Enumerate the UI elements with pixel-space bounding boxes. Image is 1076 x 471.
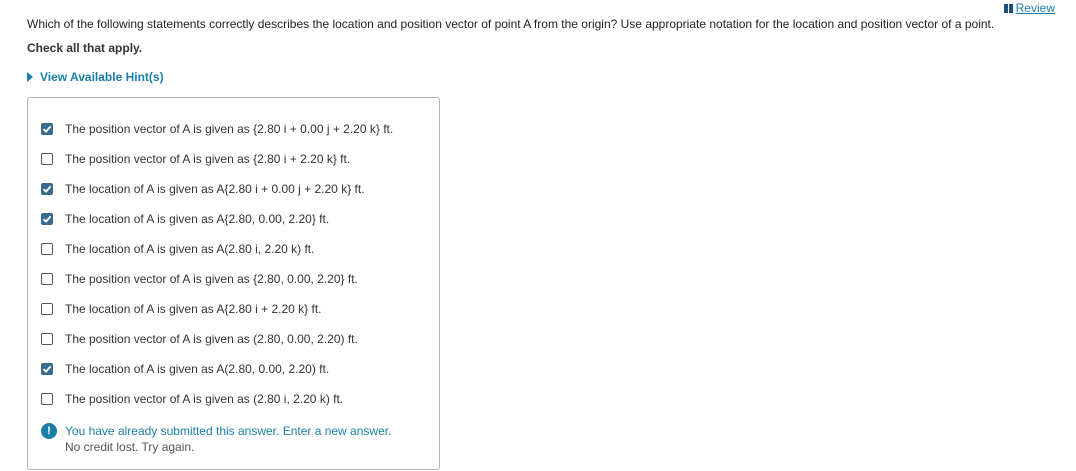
exclamation-icon: ! xyxy=(41,423,57,439)
checkbox[interactable] xyxy=(41,273,53,285)
checkbox[interactable] xyxy=(41,303,53,315)
option-label: The position vector of A is given as (2.… xyxy=(65,332,358,346)
instruction-text: Check all that apply. xyxy=(27,41,143,55)
option-label: The position vector of A is given as {2.… xyxy=(65,152,351,166)
answer-option[interactable]: The location of A is given as A(2.80, 0.… xyxy=(41,354,393,384)
feedback-sub: No credit lost. Try again. xyxy=(65,440,195,454)
answer-option[interactable]: The position vector of A is given as {2.… xyxy=(41,144,393,174)
triangle-right-icon xyxy=(27,72,33,82)
option-label: The location of A is given as A(2.80 i, … xyxy=(65,242,315,256)
answer-option[interactable]: The position vector of A is given as {2.… xyxy=(41,114,393,144)
checkbox[interactable] xyxy=(41,243,53,255)
answer-option[interactable]: The location of A is given as A{2.80, 0.… xyxy=(41,204,393,234)
answer-option[interactable]: The location of A is given as A{2.80 i +… xyxy=(41,174,393,204)
review-label: Review xyxy=(1015,1,1055,15)
option-label: The location of A is given as A{2.80, 0.… xyxy=(65,212,330,226)
answer-option[interactable]: The position vector of A is given as (2.… xyxy=(41,324,393,354)
options-list: The position vector of A is given as {2.… xyxy=(41,114,393,414)
option-label: The location of A is given as A(2.80, 0.… xyxy=(65,362,330,376)
question-text: Which of the following statements correc… xyxy=(27,17,995,31)
checkbox[interactable] xyxy=(41,333,53,345)
review-link[interactable]: Review xyxy=(1003,1,1055,15)
option-label: The position vector of A is given as {2.… xyxy=(65,272,358,286)
checkbox-checked[interactable] xyxy=(41,183,53,195)
hints-label: View Available Hint(s) xyxy=(40,70,164,84)
answer-option[interactable]: The position vector of A is given as (2.… xyxy=(41,384,393,414)
checkbox-checked[interactable] xyxy=(41,363,53,375)
option-label: The position vector of A is given as {2.… xyxy=(65,122,394,136)
answer-option[interactable]: The location of A is given as A(2.80 i, … xyxy=(41,234,393,264)
feedback-notice: ! You have already submitted this answer… xyxy=(41,423,391,455)
review-icon xyxy=(1003,3,1013,13)
option-label: The position vector of A is given as (2.… xyxy=(65,392,344,406)
answer-option[interactable]: The position vector of A is given as {2.… xyxy=(41,264,393,294)
feedback-main: You have already submitted this answer. … xyxy=(65,424,392,438)
option-label: The location of A is given as A{2.80 i +… xyxy=(65,182,365,196)
checkbox-checked[interactable] xyxy=(41,123,53,135)
checkbox[interactable] xyxy=(41,153,53,165)
option-label: The location of A is given as A{2.80 i +… xyxy=(65,302,322,316)
checkbox-checked[interactable] xyxy=(41,213,53,225)
checkbox[interactable] xyxy=(41,393,53,405)
answer-panel: The position vector of A is given as {2.… xyxy=(27,97,440,470)
view-hints-toggle[interactable]: View Available Hint(s) xyxy=(27,70,164,84)
answer-option[interactable]: The location of A is given as A{2.80 i +… xyxy=(41,294,393,324)
